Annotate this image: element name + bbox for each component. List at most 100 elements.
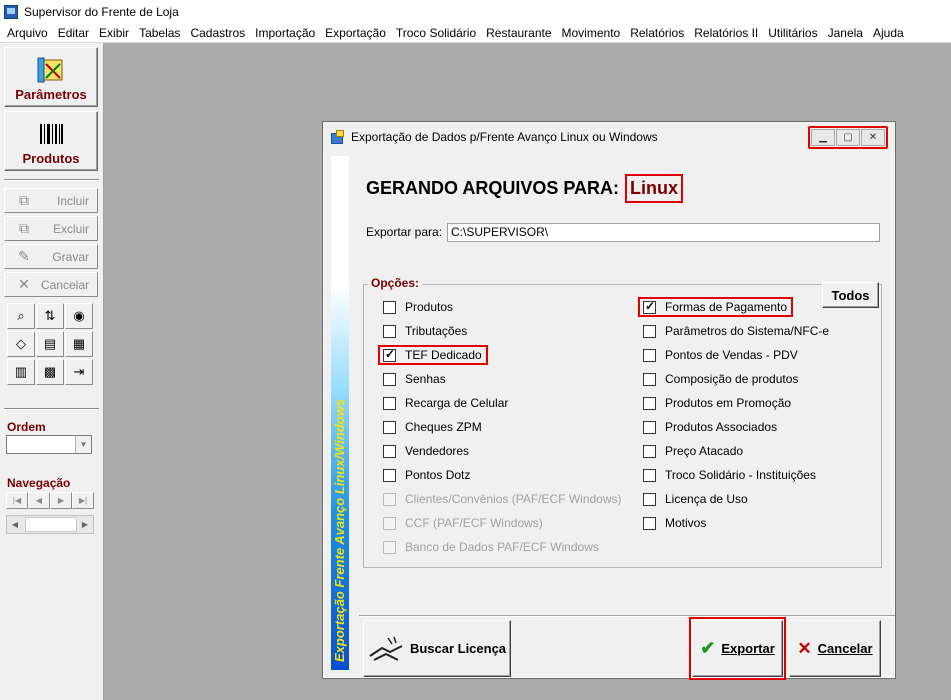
scroll-left-icon[interactable]: ◀ [7,516,23,533]
maximize-icon[interactable]: ▢ [836,129,860,146]
option-checkbox[interactable]: Composição de produtos [643,372,798,386]
incluir-label: Incluir [56,193,89,208]
option-checkbox[interactable]: Senhas [383,372,446,386]
menu-item[interactable]: Exportação [320,26,391,40]
close-icon[interactable]: ✕ [861,129,885,146]
checkbox-empty-icon[interactable] [643,372,656,386]
checkbox-empty-icon[interactable] [383,540,396,554]
menu-item[interactable]: Utilitários [763,26,822,40]
menu-item[interactable]: Importação [250,26,320,40]
menu-item[interactable]: Ajuda [868,26,909,40]
menu-item[interactable]: Arquivo [2,26,53,40]
checkbox-empty-icon[interactable] [643,396,656,410]
menu-item[interactable]: Tabelas [134,26,185,40]
checkbox-empty-icon[interactable] [383,324,396,338]
grid-icon[interactable]: ▩ [36,359,64,385]
chart-icon[interactable]: ▥ [7,359,35,385]
produtos-button[interactable]: Produtos [4,111,98,171]
menu-item[interactable]: Janela [823,26,868,40]
option-checkbox[interactable]: CCF (PAF/ECF Windows) [383,516,543,530]
buscar-licenca-button[interactable]: Buscar Licença [363,620,511,677]
calculator-icon[interactable]: ▦ [65,331,93,357]
exportar-button[interactable]: ✔ Exportar [689,617,786,680]
cancel-x-icon: ✕ [797,638,812,658]
option-checkbox[interactable]: Banco de Dados PAF/ECF Windows [383,540,599,554]
checkbox-empty-icon[interactable] [643,516,656,530]
option-checkbox[interactable]: Vendedores [383,444,469,458]
eraser-icon[interactable]: ◇ [7,331,35,357]
excluir-button[interactable]: ⧉ Excluir [4,216,98,241]
cancelar-side-button[interactable]: ✕ Cancelar [4,272,98,297]
option-checkbox[interactable]: Produtos em Promoção [643,396,791,410]
checkbox-empty-icon[interactable] [383,516,396,530]
scroll-right-icon[interactable]: ▶ [77,516,93,533]
exit-door-icon[interactable]: ⇥ [65,359,93,385]
minimize-icon[interactable]: ▁ [811,129,835,146]
checkbox-empty-icon[interactable] [643,324,656,338]
option-checkbox[interactable]: Produtos Associados [643,420,777,434]
option-checkbox[interactable]: Parâmetros do Sistema/NFC-e [643,324,829,338]
option-checkbox[interactable]: Pontos Dotz [383,468,470,482]
first-record-icon[interactable]: |◀ [6,492,28,509]
menu-item[interactable]: Restaurante [481,26,556,40]
buscar-licenca-label: Buscar Licença [409,641,507,656]
cancelar-button[interactable]: ✕ Cancelar [789,620,881,677]
parametros-label: Parâmetros [15,87,87,102]
option-checkbox[interactable]: Formas de Pagamento [638,297,794,317]
checkbox-checked-icon[interactable] [383,347,396,362]
checkbox-empty-icon[interactable] [383,444,396,458]
option-checkbox[interactable]: Motivos [643,516,706,530]
prev-record-icon[interactable]: ◀ [28,492,50,509]
option-checkbox[interactable]: Produtos [383,300,453,314]
parametros-button[interactable]: Parâmetros [4,47,98,107]
export-path-input[interactable]: C:\SUPERVISOR\ [447,223,880,242]
menu-item[interactable]: Exibir [94,26,134,40]
last-record-icon[interactable]: ▶| [72,492,94,509]
checkbox-empty-icon[interactable] [383,372,396,386]
checkbox-empty-icon[interactable] [643,420,656,434]
view-eye-icon[interactable]: ◉ [65,303,93,329]
dialog-title: Exportação de Dados p/Frente Avanço Linu… [351,130,658,144]
option-checkbox[interactable]: Pontos de Vendas - PDV [643,348,798,362]
menu-item[interactable]: Relatórios II [689,26,763,40]
next-record-icon[interactable]: ▶ [50,492,72,509]
option-checkbox[interactable]: TEF Dedicado [378,345,488,365]
checkbox-empty-icon[interactable] [383,468,396,482]
ordem-combo[interactable]: ▼ [6,435,92,454]
option-label: Pontos Dotz [405,468,471,482]
menu-item[interactable]: Cadastros [185,26,250,40]
menu-item[interactable]: Troco Solidário [391,26,481,40]
checkbox-empty-icon[interactable] [643,444,656,458]
export-path-label: Exportar para: [366,225,443,239]
search-binoculars-icon[interactable]: ⌕ [7,303,35,329]
option-checkbox[interactable]: Preço Atacado [643,444,743,458]
option-checkbox[interactable]: Clientes/Convênios (PAF/ECF Windows) [383,492,622,506]
incluir-button[interactable]: ⧉ Incluir [4,188,98,213]
menu-item[interactable]: Relatórios [625,26,689,40]
menu-item[interactable]: Editar [53,26,94,40]
scroll-thumb[interactable] [25,517,77,532]
handshake-icon [369,636,403,661]
gravar-button[interactable]: ✎ Gravar [4,244,98,269]
checkbox-empty-icon[interactable] [383,420,396,434]
checkbox-checked-icon[interactable] [643,299,656,314]
print-icon[interactable]: ▤ [36,331,64,357]
checkbox-empty-icon[interactable] [643,468,656,482]
option-checkbox[interactable]: Recarga de Celular [383,396,508,410]
chevron-down-icon[interactable]: ▼ [75,436,91,453]
checkbox-empty-icon[interactable] [383,396,396,410]
checkbox-empty-icon[interactable] [643,492,656,506]
option-checkbox[interactable]: Licença de Uso [643,492,748,506]
sort-icon[interactable]: ⇅ [36,303,64,329]
horizontal-scrollbar[interactable]: ◀ ▶ [6,515,94,534]
checkbox-empty-icon[interactable] [383,492,396,506]
select-all-button[interactable]: Todos [822,282,879,308]
checkbox-empty-icon[interactable] [383,300,396,314]
check-icon: ✔ [700,638,716,658]
checkbox-empty-icon[interactable] [643,348,656,362]
sidebar-divider [4,179,99,181]
option-checkbox[interactable]: Troco Solidário - Instituições [643,468,816,482]
menu-item[interactable]: Movimento [557,26,626,40]
option-checkbox[interactable]: Cheques ZPM [383,420,482,434]
option-checkbox[interactable]: Tributações [383,324,467,338]
